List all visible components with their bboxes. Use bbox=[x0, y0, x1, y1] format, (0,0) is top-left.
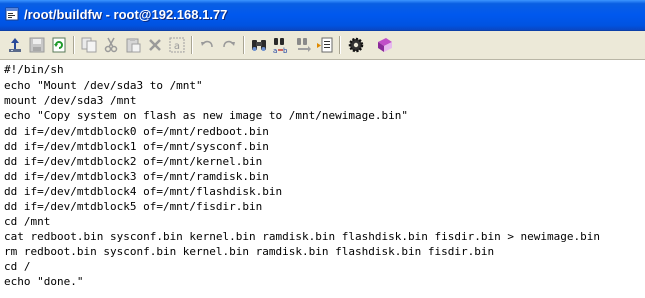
code-line[interactable]: rm redboot.bin sysconf.bin kernel.bin ra… bbox=[4, 242, 494, 262]
copy-icon bbox=[81, 37, 97, 53]
svg-text:a: a bbox=[273, 47, 277, 54]
redo-button[interactable] bbox=[218, 34, 240, 56]
terminal-document-icon[interactable] bbox=[5, 7, 19, 21]
undo-icon bbox=[201, 40, 213, 48]
help-book-icon bbox=[378, 38, 392, 52]
delete-button[interactable] bbox=[144, 34, 166, 56]
code-line[interactable]: echo "done." bbox=[4, 272, 83, 292]
upload-icon bbox=[9, 38, 21, 52]
find-replace-icon: a b bbox=[273, 38, 288, 54]
cut-icon bbox=[104, 37, 118, 53]
save-icon bbox=[29, 37, 45, 53]
find-button[interactable] bbox=[248, 34, 270, 56]
refresh-button[interactable] bbox=[48, 34, 70, 56]
copy-button[interactable] bbox=[78, 34, 100, 56]
paste-icon bbox=[126, 38, 141, 53]
preferences-button[interactable] bbox=[345, 34, 367, 56]
save-button[interactable] bbox=[26, 34, 48, 56]
delete-icon bbox=[149, 39, 161, 51]
upload-button[interactable] bbox=[4, 34, 26, 56]
paste-button[interactable] bbox=[122, 34, 144, 56]
cut-button[interactable] bbox=[100, 34, 122, 56]
redo-icon bbox=[223, 40, 235, 48]
text-editor[interactable]: #!/bin/sh echo "Mount /dev/sda3 to /mnt"… bbox=[0, 60, 645, 298]
goto-line-button[interactable] bbox=[314, 34, 336, 56]
title-bar[interactable]: /root/buildfw - root@192.168.1.77 bbox=[0, 0, 645, 31]
find-next-icon bbox=[297, 38, 311, 52]
find-next-button[interactable] bbox=[292, 34, 314, 56]
binoculars-icon bbox=[252, 40, 266, 51]
gear-icon bbox=[348, 37, 364, 53]
help-button[interactable] bbox=[374, 34, 396, 56]
svg-text:a: a bbox=[174, 41, 180, 52]
window-title: /root/buildfw - root@192.168.1.77 bbox=[24, 7, 228, 22]
replace-button[interactable]: a b bbox=[270, 34, 292, 56]
toolbar: a a b bbox=[0, 31, 645, 60]
undo-button[interactable] bbox=[196, 34, 218, 56]
select-all-icon: a bbox=[169, 37, 185, 53]
svg-text:b: b bbox=[283, 47, 288, 54]
goto-document-icon bbox=[317, 37, 333, 53]
refresh-icon bbox=[52, 37, 66, 53]
select-all-button[interactable]: a bbox=[166, 34, 188, 56]
